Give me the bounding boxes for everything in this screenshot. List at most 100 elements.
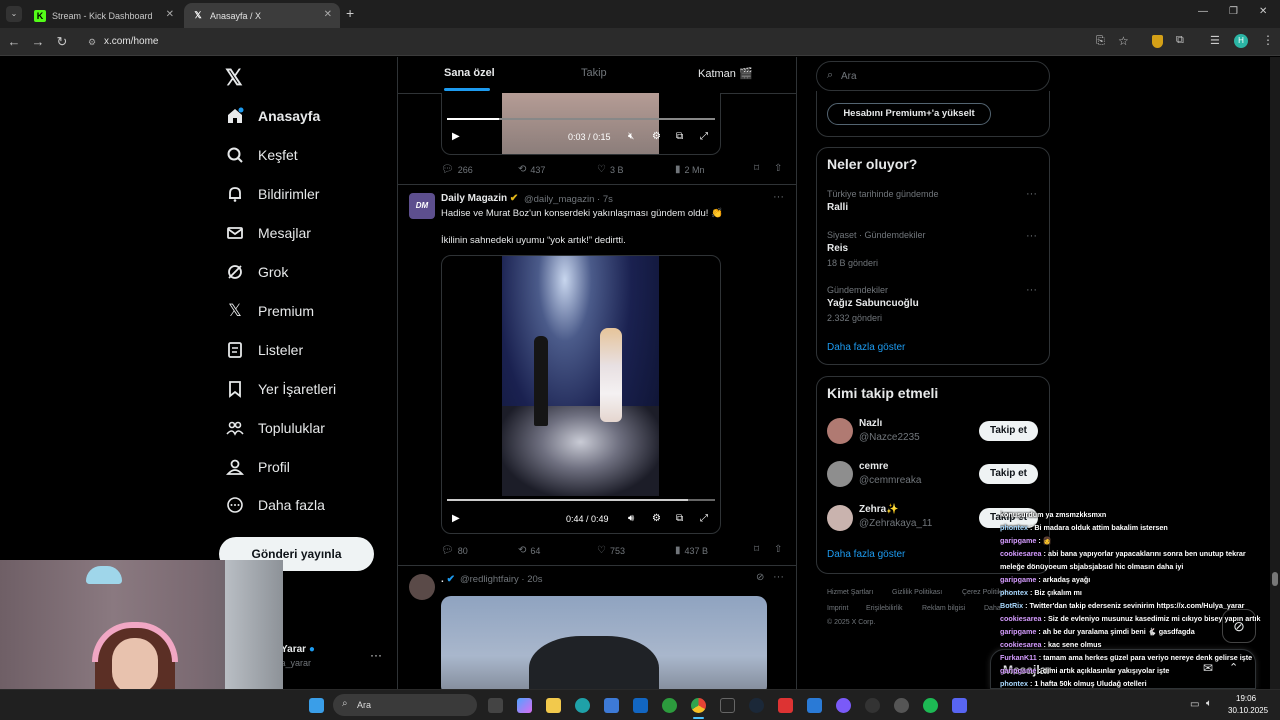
sidebar-item-explore[interactable]: Keşfet: [226, 140, 298, 170]
repost-button[interactable]: ⟲ 64: [518, 545, 540, 556]
pip-icon[interactable]: ⧉: [676, 513, 683, 524]
who-to-follow-show-more[interactable]: Daha fazla göster: [827, 549, 905, 560]
minimize-icon[interactable]: —: [1198, 6, 1208, 17]
sidebar-item-grok[interactable]: Grok: [226, 257, 288, 287]
forward-icon[interactable]: →: [30, 34, 46, 49]
footer-link[interactable]: Reklam bilgisi: [922, 605, 965, 612]
views-button[interactable]: ▮ 437 B: [675, 545, 708, 556]
tray-network-icon[interactable]: ▭: [1190, 699, 1199, 710]
tab-layer[interactable]: Katman 🎬: [698, 67, 753, 80]
site-info-icon[interactable]: ⚙: [88, 32, 96, 52]
epic-games-icon[interactable]: [720, 698, 735, 713]
footer-link[interactable]: Daha: [984, 605, 1001, 612]
account-more-icon[interactable]: ···: [370, 648, 382, 662]
post2-handle[interactable]: @daily_magazin · 7s: [524, 194, 613, 205]
mute-icon[interactable]: 🔇︎: [628, 131, 634, 142]
bookmark-button[interactable]: ⌑: [754, 163, 763, 174]
mute-icon[interactable]: 🔊︎: [628, 513, 634, 524]
tab-following[interactable]: Takip: [581, 67, 607, 79]
footer-link[interactable]: Gizlilik Politikası: [892, 589, 942, 596]
pip-icon[interactable]: ⧉: [676, 131, 683, 142]
app-circle-icon[interactable]: [894, 698, 909, 713]
daily-magazin-avatar[interactable]: DM: [409, 193, 435, 219]
bookmark-star-icon[interactable]: ☆: [1118, 34, 1129, 48]
sidebar-item-messages[interactable]: Mesajlar: [226, 218, 311, 248]
sidebar-item-more[interactable]: Daha fazla: [226, 490, 325, 520]
trends-show-more[interactable]: Daha fazla göster: [827, 342, 905, 353]
play-icon[interactable]: ▶: [452, 513, 460, 524]
close-tab-icon[interactable]: ✕: [166, 9, 174, 20]
footer-link[interactable]: Hizmet Şartları: [827, 589, 873, 596]
sidebar-item-profile[interactable]: Profil: [226, 452, 290, 482]
bookmark-button[interactable]: ⌑: [754, 544, 763, 555]
chat-username[interactable]: FurkanK11: [1000, 653, 1037, 662]
post2-author[interactable]: Daily Magazin ✔: [441, 193, 518, 204]
store-icon[interactable]: [604, 698, 619, 713]
app-purple-icon[interactable]: [836, 698, 851, 713]
tray-volume-icon[interactable]: 🔈︎: [1206, 698, 1212, 709]
footer-link[interactable]: Erişilebilirlik: [866, 605, 903, 612]
chat-username[interactable]: cookiesarea: [1000, 614, 1042, 623]
views-button[interactable]: ▮ 2 Mn: [675, 164, 705, 175]
follow-button[interactable]: Takip et: [979, 464, 1038, 484]
tab-x-home[interactable]: 𝕏 Anasayfa / X ✕: [184, 3, 340, 28]
menu-kebab-icon[interactable]: ⋮: [1262, 33, 1274, 47]
back-icon[interactable]: ←: [6, 34, 22, 49]
x-logo-icon[interactable]: 𝕏: [225, 65, 243, 91]
follow-button[interactable]: Takip et: [979, 421, 1038, 441]
sidebar-item-communities[interactable]: Topluluklar: [226, 413, 325, 443]
extensions-icon[interactable]: ⧉: [1176, 34, 1184, 47]
settings-gear-icon[interactable]: ⚙: [652, 513, 661, 524]
premium-upgrade-button[interactable]: Hesabını Premium+'a yükselt: [827, 103, 991, 125]
like-button[interactable]: ♡ 3 B: [597, 164, 623, 175]
post1-video[interactable]: ▶ 0:03 / 0:15 🔇︎ ⚙ ⧉ ⤢: [441, 93, 721, 155]
reading-list-icon[interactable]: ☰: [1210, 34, 1220, 47]
like-button[interactable]: ♡ 753: [597, 545, 625, 556]
chat-username[interactable]: cookiesarea: [1000, 549, 1042, 558]
fullscreen-icon[interactable]: ⤢: [700, 131, 708, 142]
chat-username[interactable]: garipgame: [1000, 575, 1036, 584]
post3-author[interactable]: . ✔: [441, 574, 455, 585]
fullscreen-icon[interactable]: ⤢: [700, 513, 708, 524]
redlightfairy-avatar[interactable]: [409, 574, 435, 600]
app-red-icon[interactable]: [778, 698, 793, 713]
task-view-icon[interactable]: [488, 698, 503, 713]
reply-button[interactable]: 💬︎ 80: [441, 545, 468, 556]
chat-username[interactable]: phontex: [1000, 523, 1028, 532]
chat-username[interactable]: phontex: [1000, 588, 1028, 597]
chat-username[interactable]: cookiesarea: [1000, 640, 1042, 649]
post2-video[interactable]: ▶ 0:44 / 0:49 🔊︎ ⚙ ⧉ ⤢: [441, 255, 721, 534]
play-icon[interactable]: ▶: [452, 131, 460, 142]
post3-handle[interactable]: @redlightfairy · 20s: [460, 574, 543, 585]
steam-icon[interactable]: [749, 698, 764, 713]
url-field[interactable]: ⚙ x.com/home: [84, 32, 1144, 52]
close-window-icon[interactable]: ✕: [1259, 6, 1267, 17]
tab-kick-dashboard[interactable]: K Stream - Kick Dashboard ✕: [26, 3, 182, 28]
trend-more-icon[interactable]: ···: [1026, 188, 1037, 200]
outlook-icon[interactable]: [633, 698, 648, 713]
clock-date[interactable]: 30.10.2025: [1228, 706, 1268, 715]
taskbar-search[interactable]: ⌕ Ara: [333, 694, 477, 716]
share-button[interactable]: ⇧: [774, 163, 786, 174]
share-button[interactable]: ⇧: [774, 544, 786, 555]
app-obs-icon[interactable]: [865, 698, 880, 713]
footer-link[interactable]: Imprint: [827, 605, 848, 612]
new-tab-button[interactable]: +: [346, 5, 354, 21]
extension-shield-icon[interactable]: [1152, 35, 1163, 48]
tab-for-you[interactable]: Sana özel: [444, 67, 495, 79]
clock-time[interactable]: 19:06: [1236, 694, 1256, 703]
chat-username[interactable]: garipgame: [1000, 666, 1036, 675]
repost-button[interactable]: ⟲ 437: [518, 164, 545, 175]
profile-avatar-icon[interactable]: H: [1234, 34, 1248, 48]
post3-image[interactable]: [441, 596, 767, 689]
chat-username[interactable]: garipgame: [1000, 627, 1036, 636]
app-shark-icon[interactable]: [807, 698, 822, 713]
spotify-icon[interactable]: [923, 698, 938, 713]
settings-gear-icon[interactable]: ⚙: [652, 131, 661, 142]
copilot-icon[interactable]: [517, 698, 532, 713]
edge-icon[interactable]: [575, 698, 590, 713]
xbox-icon[interactable]: [662, 698, 677, 713]
grok-icon[interactable]: ⊘: [756, 572, 764, 583]
post3-more-icon[interactable]: ···: [773, 571, 784, 583]
windows-start-icon[interactable]: [309, 698, 324, 713]
